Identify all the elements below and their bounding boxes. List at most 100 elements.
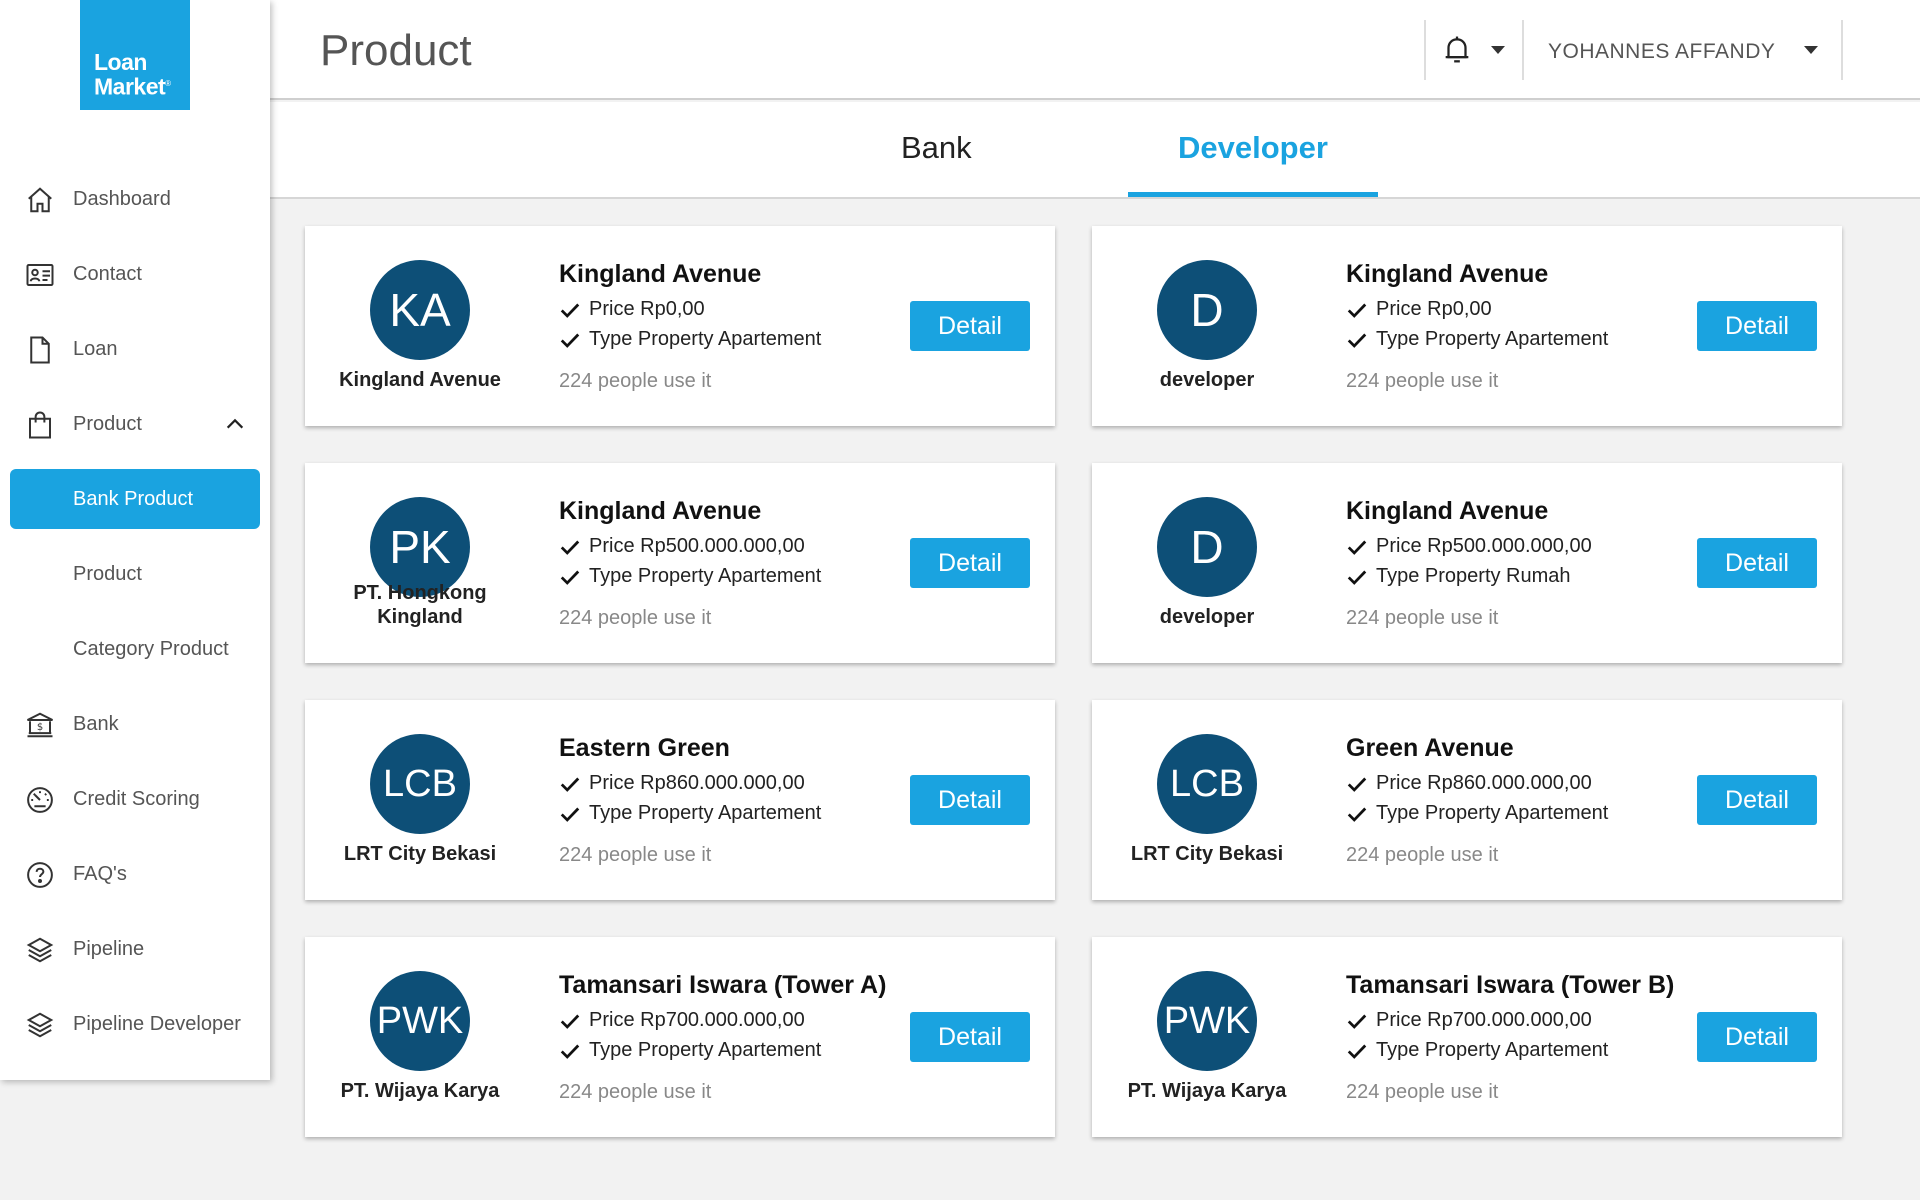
sidebar-item-loan[interactable]: Loan [0,312,270,387]
sidebar-item-label: Contact [73,263,142,285]
document-icon [24,334,56,366]
product-type: Type Property Apartement [1376,328,1609,350]
product-title: Kingland Avenue [559,497,762,525]
sidebar-item-label: Credit Scoring [73,788,200,810]
price-line: Price Rp700.000.000,00 [1346,1009,1592,1032]
price-line: Price Rp860.000.000,00 [559,772,805,795]
check-icon [560,333,580,348]
sidebar-subitem-bank-product[interactable]: Bank Product [10,469,260,529]
developer-name: LRT City Bekasi [343,843,497,865]
logo-line-2: Market® [94,73,171,100]
check-icon [1347,540,1367,555]
type-line: Type Property Apartement [559,565,821,588]
sidebar-item-pipeline[interactable]: Pipeline [0,912,270,987]
usage-count: 224 people use it [1346,607,1499,629]
price-line: Price Rp700.000.000,00 [559,1009,805,1032]
product-price: Price Rp860.000.000,00 [589,772,805,794]
sidebar-item-credit-scoring[interactable]: Credit Scoring [0,762,270,837]
product-card: PWK PT. Wijaya Karya Tamansari Iswara (T… [1092,937,1842,1137]
type-line: Type Property Apartement [559,1039,821,1062]
loan-market-logo[interactable]: Loan Market® [80,0,190,110]
sidebar-item-label: Product [73,413,142,435]
developer-name: LRT City Bekasi [1130,843,1284,865]
product-card: KA Kingland Avenue Kingland Avenue Price… [305,226,1055,426]
product-type: Type Property Rumah [1376,565,1571,587]
tab-bank[interactable]: Bank [901,130,972,166]
sidebar-subitem-product[interactable]: Product [0,537,270,612]
product-card: LCB LRT City Bekasi Green Avenue Price R… [1092,700,1842,900]
gauge-icon [24,784,56,816]
sidebar: Loan Market® Dashboard Contact Loan Prod… [0,0,270,1080]
detail-button[interactable]: Detail [910,538,1030,588]
user-name[interactable]: YOHANNES AFFANDY [1548,40,1775,64]
product-title: Tamansari Iswara (Tower A) [559,971,887,999]
detail-button[interactable]: Detail [1697,301,1817,351]
developer-avatar: KA [370,260,470,360]
developer-name: PT. Wijaya Karya [340,1080,500,1102]
check-icon [1347,570,1367,585]
detail-button[interactable]: Detail [1697,538,1817,588]
developer-avatar: LCB [1157,734,1257,834]
sidebar-nav: Dashboard Contact Loan Product Bank Prod… [0,162,270,1062]
product-type: Type Property Apartement [1376,1039,1609,1061]
svg-text:$: $ [37,722,43,733]
sidebar-item-pipeline-developer[interactable]: Pipeline Developer [0,987,270,1062]
price-line: Price Rp500.000.000,00 [559,535,805,558]
developer-avatar: LCB [370,734,470,834]
sidebar-item-dashboard[interactable]: Dashboard [0,162,270,237]
usage-count: 224 people use it [559,1081,712,1103]
check-icon [560,303,580,318]
product-title: Kingland Avenue [1346,260,1549,288]
header-divider [1424,20,1426,80]
type-line: Type Property Rumah [1346,565,1571,588]
type-line: Type Property Apartement [1346,1039,1608,1062]
sidebar-item-bank[interactable]: $ Bank [0,687,270,762]
active-tab-indicator [1128,192,1378,197]
product-type: Type Property Apartement [589,802,822,824]
check-icon [1347,333,1367,348]
product-price: Price Rp700.000.000,00 [1376,1009,1592,1031]
sidebar-item-label: Dashboard [73,188,171,210]
detail-button[interactable]: Detail [1697,1012,1817,1062]
product-price: Price Rp0,00 [1376,298,1492,320]
header-divider [1522,20,1524,80]
check-icon [560,570,580,585]
sidebar-item-product[interactable]: Product [0,387,270,462]
user-menu-caret-icon[interactable] [1804,46,1818,54]
chevron-up-icon[interactable] [224,413,246,435]
usage-count: 224 people use it [1346,844,1499,866]
sidebar-item-label: Pipeline [73,938,145,960]
logo-line-1: Loan [94,49,147,75]
sidebar-item-faqs[interactable]: FAQ's [0,837,270,912]
product-type: Type Property Apartement [589,1039,822,1061]
price-line: Price Rp500.000.000,00 [1346,535,1592,558]
layers-icon [24,1009,56,1041]
detail-button[interactable]: Detail [910,1012,1030,1062]
bell-icon[interactable] [1440,32,1474,68]
product-price: Price Rp860.000.000,00 [1376,772,1592,794]
product-title: Kingland Avenue [1346,497,1549,525]
usage-count: 224 people use it [1346,370,1499,392]
page-title: Product [320,26,472,75]
usage-count: 224 people use it [559,844,712,866]
product-title: Tamansari Iswara (Tower B) [1346,971,1675,999]
sidebar-item-label: Bank [73,713,119,735]
check-icon [560,1014,580,1029]
type-line: Type Property Apartement [559,802,821,825]
sidebar-item-label: Pipeline Developer [73,1013,241,1035]
tab-bar: Bank Developer [270,102,1920,199]
price-line: Price Rp0,00 [1346,298,1492,321]
sidebar-item-contact[interactable]: Contact [0,237,270,312]
contact-card-icon [24,259,56,291]
question-icon [24,859,56,891]
check-icon [1347,1014,1367,1029]
notifications-dropdown-caret-icon[interactable] [1491,46,1505,54]
home-icon [24,184,56,216]
detail-button[interactable]: Detail [910,301,1030,351]
detail-button[interactable]: Detail [910,775,1030,825]
detail-button[interactable]: Detail [1697,775,1817,825]
tab-developer[interactable]: Developer [1178,130,1328,166]
sidebar-subitem-category-product[interactable]: Category Product [0,612,270,687]
layers-icon [24,934,56,966]
product-card: D developer Kingland Avenue Price Rp0,00… [1092,226,1842,426]
